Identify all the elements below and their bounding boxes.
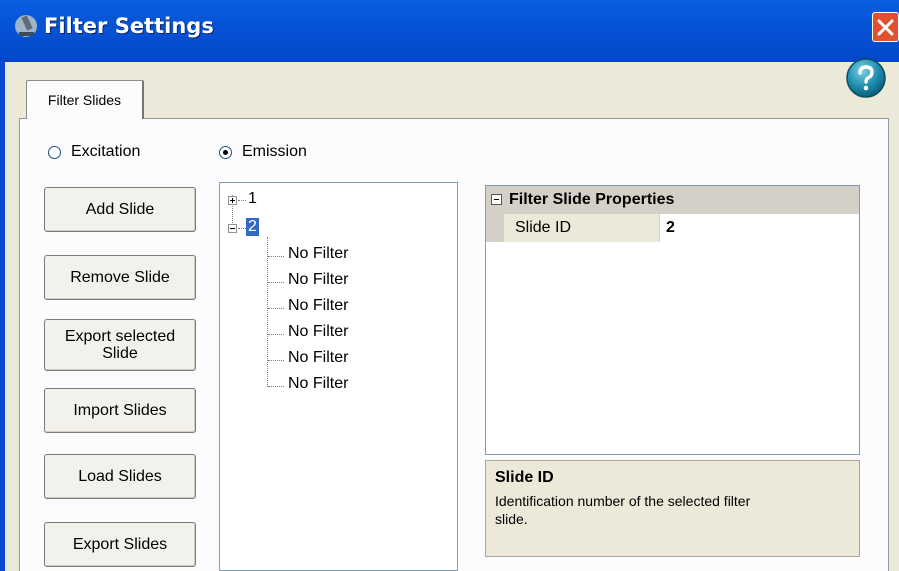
tree-connector (268, 386, 284, 387)
property-row-slide-id[interactable]: Slide ID 2 (486, 214, 859, 242)
emission-radio[interactable]: Emission (219, 143, 307, 161)
tree-connector (268, 334, 284, 335)
collapse-category-icon[interactable] (491, 194, 502, 205)
expand-icon[interactable] (228, 196, 237, 205)
emission-radio-label: Emission (242, 143, 307, 160)
slide-tree[interactable]: 1 2 No Filter No Filter No Filter No Fil… (219, 182, 458, 571)
microscope-icon (12, 12, 40, 40)
load-slides-button[interactable]: Load Slides (44, 454, 196, 499)
tree-connector (268, 256, 284, 257)
property-divider (659, 214, 660, 242)
tree-connector (268, 360, 284, 361)
property-category-label: Filter Slide Properties (509, 191, 675, 208)
import-slides-button[interactable]: Import Slides (44, 388, 196, 433)
tree-connector (268, 282, 284, 283)
close-icon (877, 19, 894, 36)
tree-node-filter[interactable]: No Filter (288, 323, 348, 341)
tree-node-filter[interactable]: No Filter (288, 375, 348, 393)
property-category[interactable]: Filter Slide Properties (486, 186, 859, 214)
tree-node-filter[interactable]: No Filter (288, 349, 348, 367)
remove-slide-button[interactable]: Remove Slide (44, 255, 196, 300)
property-name: Slide ID (515, 219, 572, 236)
help-icon (846, 58, 886, 98)
excitation-radio[interactable]: Excitation (48, 143, 140, 161)
tree-node-filter[interactable]: No Filter (288, 297, 348, 315)
filter-settings-window: Filter Settings Filter Slides Excitation… (0, 0, 899, 571)
tree-connector (238, 200, 246, 201)
tree-node-filter[interactable]: No Filter (288, 271, 348, 289)
tree-node-filter[interactable]: No Filter (288, 245, 348, 263)
close-button[interactable] (872, 12, 899, 42)
title-bar[interactable]: Filter Settings (0, 0, 899, 62)
excitation-radio-label: Excitation (71, 143, 141, 160)
excitation-radio-circle (48, 145, 61, 159)
help-button[interactable] (845, 57, 887, 99)
collapse-icon[interactable] (228, 224, 237, 233)
property-grid[interactable]: Filter Slide Properties Slide ID 2 (485, 185, 860, 455)
description-text: Identification number of the selected fi… (495, 492, 750, 528)
window-frame-left (0, 62, 5, 571)
export-selected-slide-line1: Export selected (64, 328, 176, 345)
description-title: Slide ID (495, 469, 554, 486)
description-text-line2: slide. (495, 511, 528, 527)
window-title: Filter Settings (44, 14, 214, 38)
property-value[interactable]: 2 (666, 219, 675, 237)
tree-node-1[interactable]: 1 (248, 190, 257, 208)
export-slides-button[interactable]: Export Slides (44, 522, 196, 567)
tree-connector (238, 228, 246, 229)
export-selected-slide-button[interactable]: Export selected Slide (44, 319, 196, 371)
emission-radio-circle (219, 145, 232, 159)
property-description: Slide ID Identification number of the se… (485, 460, 860, 557)
tree-node-2[interactable]: 2 (246, 218, 259, 236)
tree-connector (268, 308, 284, 309)
add-slide-button[interactable]: Add Slide (44, 187, 196, 232)
tree-connector (267, 237, 268, 387)
export-selected-slide-line2: Slide (102, 345, 138, 362)
description-text-line1: Identification number of the selected fi… (495, 493, 751, 509)
tab-filter-slides[interactable]: Filter Slides (26, 80, 144, 119)
